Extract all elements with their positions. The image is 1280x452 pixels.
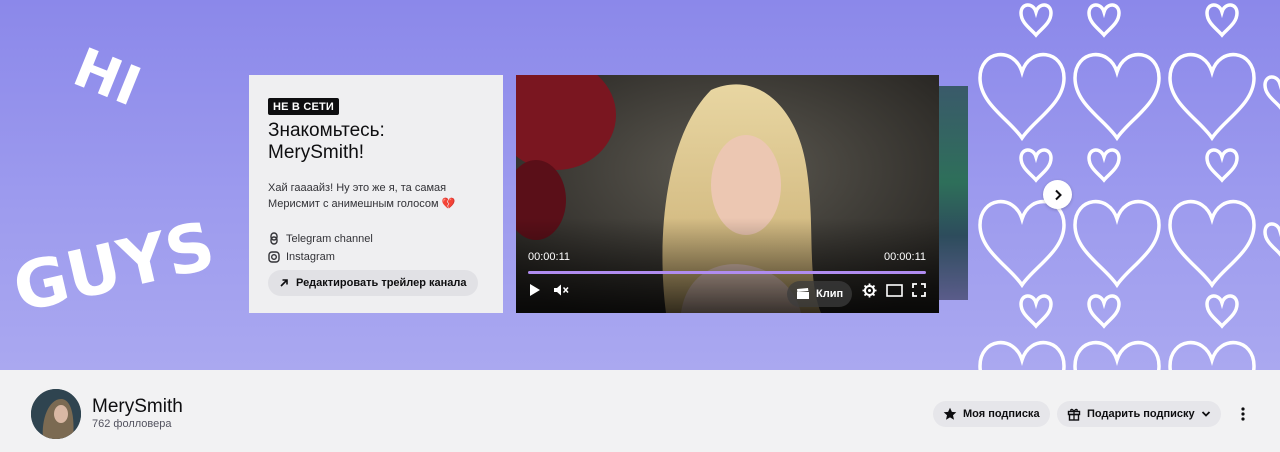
my-subscription-button[interactable]: Моя подписка [933, 401, 1050, 427]
play-button[interactable] [528, 283, 542, 297]
instagram-link[interactable]: Instagram [268, 251, 484, 263]
fullscreen-button[interactable] [912, 283, 926, 297]
mute-button[interactable] [553, 283, 569, 297]
card-description: Хай гаааайз! Ну это же я, та самая Мерис… [268, 182, 456, 210]
gift-subscription-label: Подарить подписку [1087, 408, 1195, 420]
arrow-up-right-icon [280, 279, 288, 287]
video-frame [516, 75, 939, 313]
avatar[interactable] [31, 389, 81, 439]
clip-label: Клип [816, 288, 844, 300]
gift-subscription-button[interactable]: Подарить подписку [1057, 401, 1221, 427]
chevron-down-icon [1201, 411, 1210, 417]
offline-badge: НЕ В СЕТИ [268, 98, 340, 115]
gift-icon [1067, 408, 1081, 421]
channel-name[interactable]: MerySmith [92, 396, 183, 418]
theatre-mode-icon [886, 283, 903, 297]
settings-button[interactable] [862, 283, 877, 298]
progress-bar[interactable] [528, 271, 926, 274]
fullscreen-icon [912, 283, 926, 297]
instagram-icon [268, 251, 280, 263]
star-icon [943, 407, 957, 420]
telegram-link-label: Telegram channel [286, 232, 373, 245]
hearts-pattern [978, 3, 1280, 370]
clapperboard-icon [797, 288, 809, 299]
gear-icon [862, 283, 877, 298]
edit-trailer-button[interactable]: Редактировать трейлер канала [268, 270, 478, 296]
vertical-dots-icon [1241, 407, 1245, 421]
telegram-link-icon [270, 232, 278, 245]
chevron-right-icon [1054, 189, 1062, 200]
play-icon [530, 284, 540, 296]
muted-speaker-icon [554, 284, 569, 296]
edit-trailer-label: Редактировать трейлер канала [296, 277, 467, 289]
card-title: Знакомьтесь: MerySmith! [268, 120, 385, 163]
theatre-mode-button[interactable] [886, 283, 903, 297]
avatar-image [31, 389, 81, 439]
my-subscription-label: Моя подписка [963, 408, 1040, 420]
trailer-info-card: НЕ В СЕТИ Знакомьтесь: MerySmith! Хай га… [249, 75, 503, 313]
carousel-next-button[interactable] [1043, 180, 1072, 209]
guys-text: GUYS [6, 207, 221, 328]
instagram-link-label: Instagram [286, 251, 335, 263]
telegram-link[interactable]: Telegram channel [268, 232, 484, 245]
current-time: 00:00:11 [528, 251, 571, 263]
trailer-video-player[interactable]: 00:00:11 00:00:11 Клип [516, 75, 939, 313]
channel-page: HI GUYS НЕ В СЕТИ Знакомьтесь: MerySmith… [0, 0, 1280, 452]
clip-button[interactable]: Клип [787, 281, 853, 307]
follower-count: 762 фолловера [92, 418, 172, 430]
next-video-preview[interactable] [939, 86, 968, 300]
channel-banner: HI GUYS НЕ В СЕТИ Знакомьтесь: MerySmith… [0, 0, 1280, 370]
total-time: 00:00:11 [883, 251, 926, 263]
hi-text: HI [65, 36, 149, 119]
more-options-button[interactable] [1232, 402, 1254, 426]
